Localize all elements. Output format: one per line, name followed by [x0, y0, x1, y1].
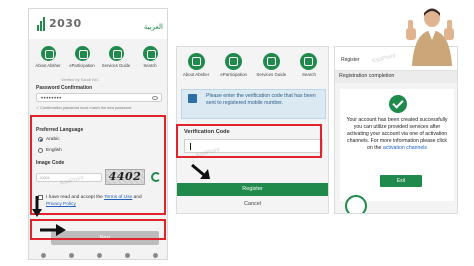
info-alert: Please enter the verification code that …	[181, 89, 326, 119]
nav-eparticipation[interactable]: eParticipation	[67, 43, 97, 73]
nav-about-absher[interactable]: About Absher	[179, 49, 213, 83]
highlight-box-form	[30, 115, 166, 215]
registration-complete-panel: Register Registration completion Your ac…	[334, 46, 458, 214]
password-confirmation-input[interactable]: ••••••••	[36, 93, 162, 102]
info-icon	[187, 53, 205, 70]
down-right-arrow-icon	[191, 163, 210, 179]
verified-note: Verified by Saudi NIC	[61, 77, 100, 82]
info-square-icon	[188, 94, 197, 103]
book-icon	[262, 53, 280, 70]
nav-about-absher[interactable]: About Absher	[33, 43, 63, 73]
panel-subheader: Registration completion	[335, 71, 457, 83]
footer-icon[interactable]	[124, 252, 130, 258]
footer-icon[interactable]	[152, 252, 158, 258]
search-icon	[300, 53, 318, 70]
nav-label: eParticipation	[220, 72, 247, 77]
password-value: ••••••••	[41, 96, 62, 102]
nav-label: Search	[302, 72, 316, 77]
nav-eparticipation[interactable]: eParticipation	[217, 49, 251, 83]
footer-icon[interactable]	[68, 252, 74, 258]
info-icon	[40, 46, 56, 61]
eye-icon[interactable]	[152, 96, 158, 100]
nav-label: Search	[143, 63, 157, 68]
panel-subtitle: Registration completion	[339, 73, 395, 79]
nav-label: eParticipation	[69, 63, 95, 68]
nav-label: Services Guide	[256, 72, 287, 77]
people-icon	[74, 46, 90, 61]
footer-icon[interactable]	[96, 252, 102, 258]
people-icon	[225, 53, 243, 70]
cancel-link[interactable]: Cancel	[177, 201, 328, 207]
nav-label: About Absher	[182, 72, 210, 77]
nav-label: Services Guide	[101, 63, 131, 68]
password-hint: ✓ Confirmation password must match the n…	[36, 106, 132, 110]
nav-search[interactable]: Search	[292, 49, 326, 83]
nav-services-guide[interactable]: Services Guide	[101, 43, 131, 73]
footer-icon[interactable]	[40, 252, 46, 258]
down-arrow-icon	[32, 196, 42, 217]
arabic-language-link[interactable]: العربية	[144, 23, 163, 31]
nav-services-guide[interactable]: Services Guide	[254, 49, 288, 83]
logo-bars-icon	[37, 17, 47, 31]
register-button[interactable]: Register	[177, 183, 328, 196]
header-bar: 2030 العربية	[29, 9, 167, 39]
right-arrow-icon	[40, 224, 66, 236]
thumbs-up-man-illustration	[406, 8, 454, 66]
logo-text: 2030	[49, 17, 82, 30]
top-nav: About Absher eParticipation Services Gui…	[179, 49, 326, 83]
password-confirmation-label: Password Confirmation	[36, 85, 93, 91]
nav-search[interactable]: Search	[135, 43, 165, 73]
smiley-icon	[345, 195, 367, 213]
search-icon	[142, 46, 158, 61]
book-icon	[108, 46, 124, 61]
success-card: Your account has been created successful…	[340, 89, 454, 213]
check-circle-icon	[389, 95, 407, 113]
nav-label: About Absher	[35, 63, 61, 68]
footer-icons	[29, 249, 167, 259]
exit-button[interactable]: Exit	[380, 175, 422, 187]
panel-title: Register	[341, 57, 360, 63]
activation-channels-link[interactable]: activation channels	[383, 145, 427, 151]
alert-text: Please enter the verification code that …	[206, 93, 316, 106]
success-message: Your account has been created successful…	[344, 117, 450, 152]
tutorial-canvas: 2030 العربية About Absher eParticipation…	[0, 0, 474, 266]
vision-2030-logo: 2030	[37, 15, 81, 35]
top-nav: About Absher eParticipation Services Gui…	[33, 43, 165, 73]
